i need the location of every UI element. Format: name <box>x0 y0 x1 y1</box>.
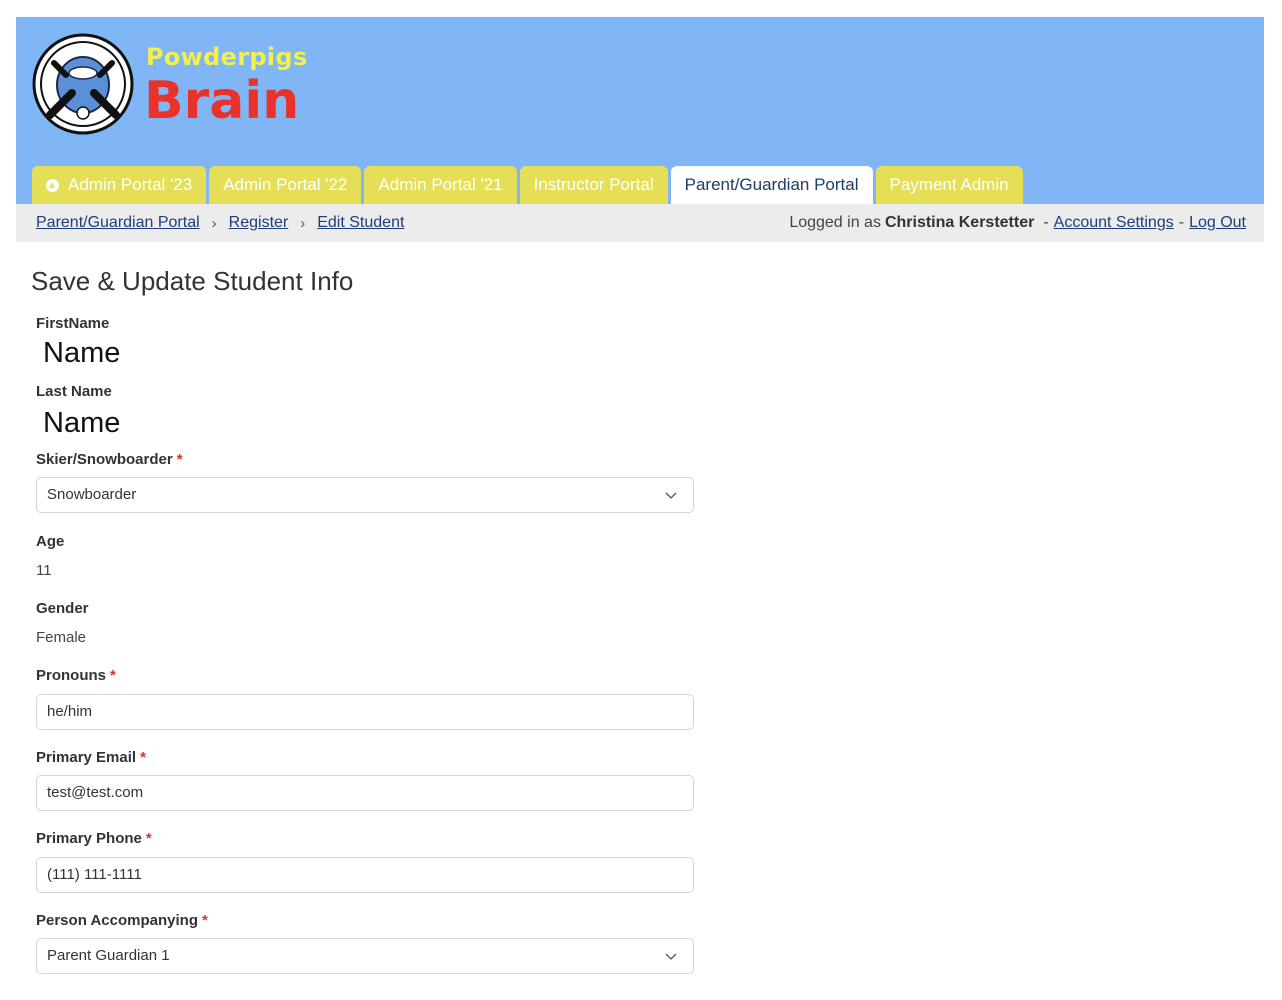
sub-navigation-bar: Parent/Guardian Portal › Register › Edit… <box>16 204 1264 242</box>
required-marker: * <box>140 749 146 766</box>
tab-label: Payment Admin <box>889 175 1009 194</box>
primary-phone-input[interactable]: (111) 111-1111 <box>36 857 694 893</box>
logged-in-prefix: Logged in as <box>789 214 881 231</box>
chevron-right-icon: › <box>300 214 306 232</box>
tab-label: Admin Portal '21 <box>378 175 503 194</box>
select-value: Snowboarder <box>47 486 137 503</box>
up-arrow-circle-icon <box>46 178 59 192</box>
tab-parent-guardian-portal[interactable]: Parent/Guardian Portal <box>670 166 873 204</box>
first-name-value: Name <box>43 337 121 369</box>
last-name-value: Name <box>43 407 121 439</box>
breadcrumb-link-register[interactable]: Register <box>229 214 289 232</box>
skier-snowboarder-select[interactable]: Snowboarder <box>36 477 694 513</box>
user-status: Logged in as Christina Kerstetter - Acco… <box>789 214 1246 232</box>
pronouns-label: Pronouns * <box>36 667 116 684</box>
required-marker: * <box>110 667 116 684</box>
primary-email-label: Primary Email * <box>36 749 146 766</box>
required-marker: * <box>176 451 183 468</box>
tab-label: Parent/Guardian Portal <box>684 175 859 194</box>
last-name-label: Last Name <box>36 383 112 400</box>
required-marker: * <box>201 912 208 929</box>
tab-instructor-portal[interactable]: Instructor Portal <box>519 166 668 204</box>
powderpigs-logo-icon[interactable] <box>32 33 134 135</box>
page-title: Save & Update Student Info <box>31 266 354 296</box>
first-name-label: FirstName <box>36 315 110 332</box>
primary-email-input[interactable]: test@test.com <box>36 775 694 811</box>
brand-title: Brain <box>144 71 300 131</box>
breadcrumb-link-parent-guardian-portal[interactable]: Parent/Guardian Portal <box>36 214 200 232</box>
portal-tabs: Admin Portal '23 Admin Portal '22 Admin … <box>32 166 1026 204</box>
select-value: Parent Guardian 1 <box>47 947 170 964</box>
person-accompanying-label: Person Accompanying * <box>36 912 208 929</box>
age-value: 11 <box>36 562 52 579</box>
required-marker: * <box>145 830 152 847</box>
account-settings-link[interactable]: Account Settings <box>1054 214 1174 232</box>
chevron-down-icon <box>665 953 677 960</box>
pronouns-input[interactable]: he/him <box>36 694 694 730</box>
tab-label: Instructor Portal <box>533 175 654 194</box>
tab-label: Admin Portal '22 <box>223 175 348 194</box>
breadcrumb-link-edit-student[interactable]: Edit Student <box>317 214 404 232</box>
skier-snowboarder-label: Skier/Snowboarder * <box>36 451 183 468</box>
tab-label: Admin Portal '23 <box>68 175 193 194</box>
site-header: Powderpigs Brain Admin Portal '23 Admin … <box>16 17 1264 204</box>
gender-value: Female <box>36 629 87 646</box>
age-label: Age <box>36 533 65 550</box>
logout-link[interactable]: Log Out <box>1189 214 1246 232</box>
brand-tagline: Powderpigs <box>146 43 308 71</box>
tab-admin-portal-23[interactable]: Admin Portal '23 <box>32 166 207 204</box>
chevron-right-icon: › <box>211 214 217 232</box>
person-accompanying-select[interactable]: Parent Guardian 1 <box>36 938 694 974</box>
tab-payment-admin[interactable]: Payment Admin <box>875 166 1023 204</box>
tab-admin-portal-22[interactable]: Admin Portal '22 <box>209 166 362 204</box>
tab-admin-portal-21[interactable]: Admin Portal '21 <box>364 166 517 204</box>
breadcrumb: Parent/Guardian Portal › Register › Edit… <box>36 204 404 242</box>
primary-phone-label: Primary Phone * <box>36 830 152 847</box>
gender-label: Gender <box>36 600 89 617</box>
chevron-down-icon <box>665 492 677 499</box>
user-name: Christina Kerstetter <box>884 214 1035 231</box>
